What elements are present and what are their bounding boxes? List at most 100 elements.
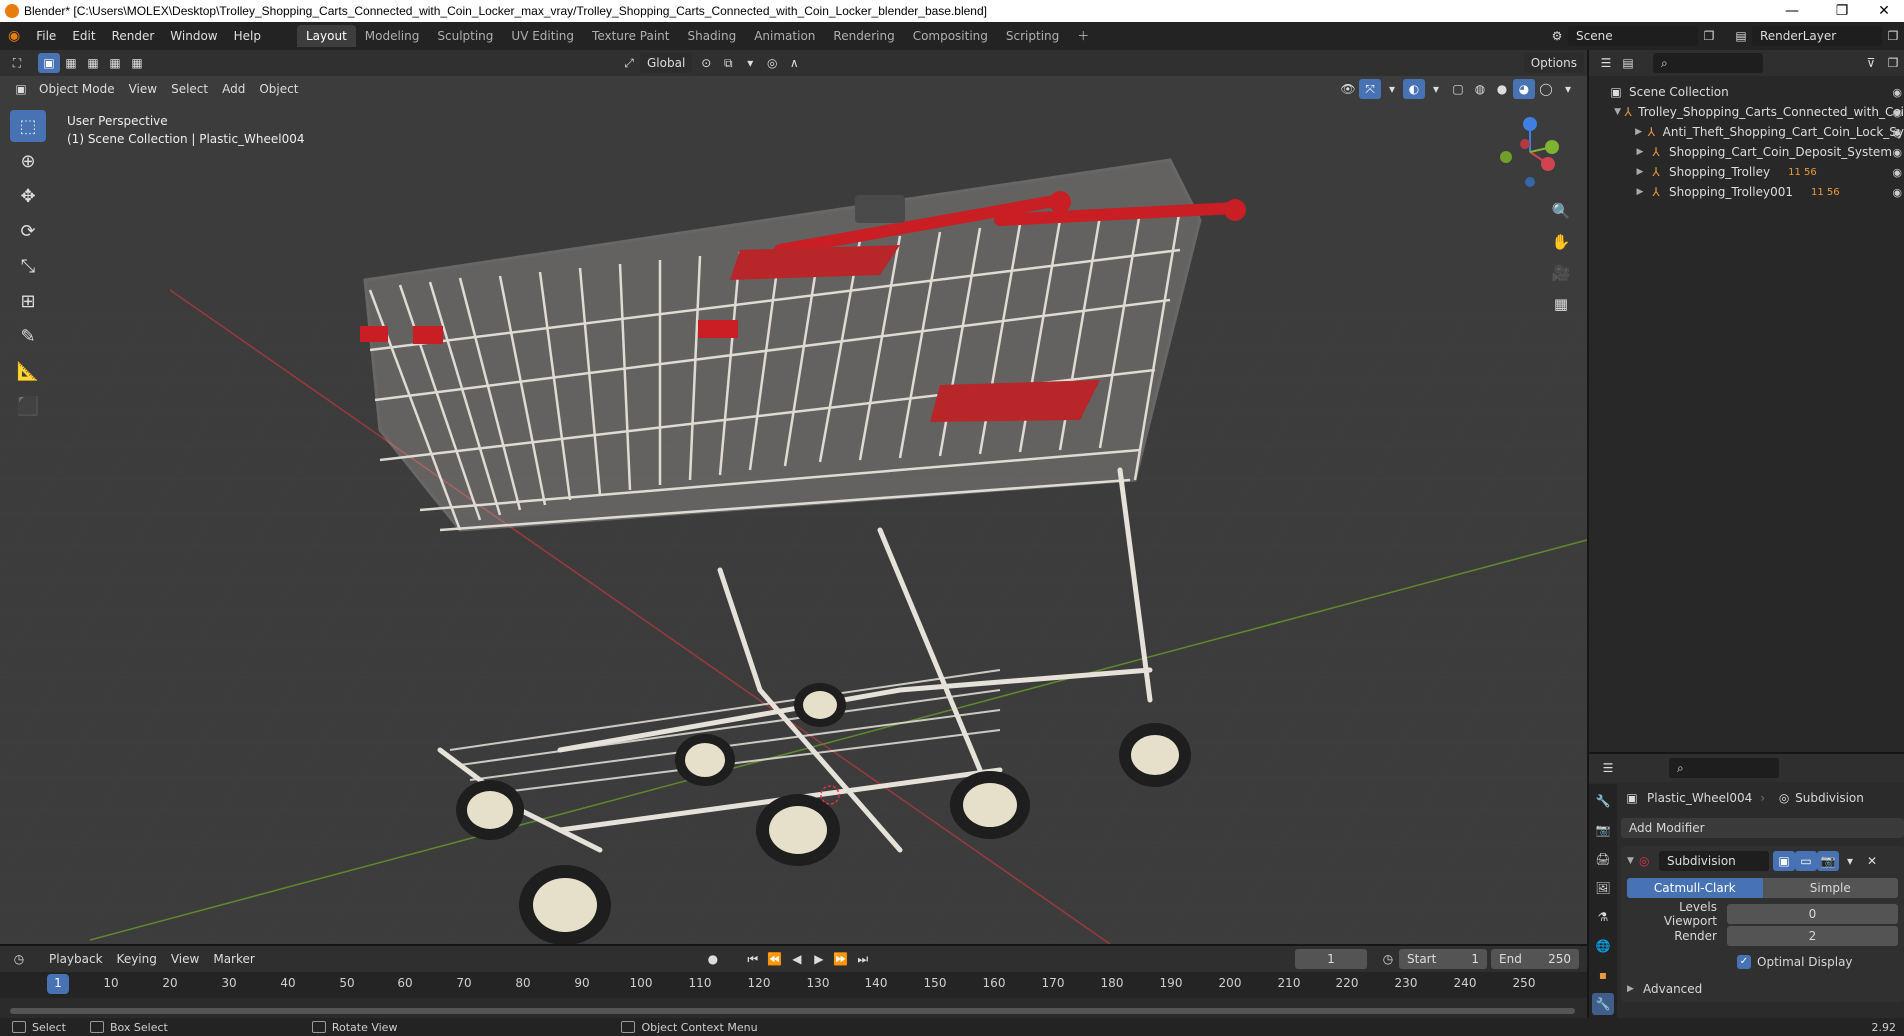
tab-rendering[interactable]: Rendering [824,25,903,47]
falloff-icon[interactable]: ∧ [783,53,805,73]
outliner-item[interactable]: ▶ ⅄ Anti_Theft_Shopping_Cart_Coin_Lock_S… [1589,122,1904,142]
tab-layout[interactable]: Layout [296,25,356,47]
outliner-search-input[interactable]: ⌕ [1653,53,1763,73]
visibility-eye-icon[interactable]: ◉ [1892,126,1902,139]
object-menu[interactable]: Object [252,79,305,99]
jump-keyframe-forward-icon[interactable]: ⏩ [830,949,852,969]
add-cube-tool-icon[interactable]: ⬛ [10,390,46,422]
ortho-grid-icon[interactable]: ▦ [1549,291,1573,317]
visibility-icon[interactable]: 👁 [1337,79,1359,99]
zoom-icon[interactable]: 🔍 [1549,198,1573,224]
modifier-dropdown-icon[interactable]: ▾ [1839,851,1861,871]
render-tab-icon[interactable]: 📷 [1592,819,1614,841]
tab-modeling[interactable]: Modeling [356,25,429,47]
filter-icon[interactable]: ⊽ [1860,53,1882,73]
tab-scripting[interactable]: Scripting [997,25,1068,47]
simple-button[interactable]: Simple [1762,878,1898,898]
current-frame-field[interactable]: 1 [1295,949,1367,969]
advanced-expand-icon[interactable]: ▶ [1627,984,1643,994]
object-mode-dropdown[interactable]: Object Mode [32,79,122,99]
timeline-ruler[interactable]: 1 10 20 30 40 50 60 70 80 90 100 110 120… [0,972,1587,998]
tab-uv-editing[interactable]: UV Editing [502,25,583,47]
modifier-name-input[interactable]: Subdivision [1659,851,1769,871]
render-toggle-icon[interactable]: 📷 [1817,851,1839,871]
select-mode-new-icon[interactable]: ▦ [60,53,82,73]
scene-icon[interactable]: ⚙ [1546,26,1568,46]
display-mode-icon[interactable]: ▤ [1617,53,1639,73]
modifier-tab-icon[interactable]: 🔧 [1592,993,1614,1015]
expand-arrow-icon[interactable]: ▶ [1633,127,1644,137]
play-icon[interactable]: ▶ [808,949,830,969]
menu-window[interactable]: Window [162,25,225,47]
tab-shading[interactable]: Shading [678,25,745,47]
viewport-canvas[interactable] [0,50,1587,944]
tab-animation[interactable]: Animation [745,25,824,47]
edit-mode-toggle-icon[interactable]: ▣ [1773,851,1795,871]
gizmo-icon[interactable]: ⤧ [1359,79,1381,99]
menu-help[interactable]: Help [226,25,269,47]
outliner-item[interactable]: ▶ ⅄ Shopping_Cart_Coin_Deposit_System ◉ [1589,142,1904,162]
select-menu[interactable]: Select [164,79,215,99]
add-menu[interactable]: Add [215,79,252,99]
jump-end-icon[interactable]: ⏭ [852,949,874,969]
transform-orientation-dropdown[interactable]: Global [640,53,693,73]
visibility-eye-icon[interactable]: ◉ [1892,166,1902,179]
outliner-scene-collection[interactable]: ▣ Scene Collection ◉ [1589,82,1904,102]
scene-tab-icon[interactable]: ⚗ [1592,906,1614,928]
render-layer-selector[interactable]: RenderLayer [1752,26,1882,46]
tab-compositing[interactable]: Compositing [904,25,997,47]
options-dropdown[interactable]: Options [1523,53,1584,73]
minimize-icon[interactable]: — [1770,0,1814,22]
visibility-eye-icon[interactable]: ◉ [1892,106,1902,119]
outliner-editor-icon[interactable]: ☰ [1595,53,1617,73]
menu-edit[interactable]: Edit [64,25,103,47]
pan-hand-icon[interactable]: ✋ [1549,229,1573,255]
overlay-dropdown-icon[interactable]: ▾ [1425,79,1447,99]
properties-search-input[interactable]: ⌕ [1669,758,1779,778]
select-mode-extend-icon[interactable]: ▦ [82,53,104,73]
render-levels-field[interactable]: 2 [1727,926,1898,946]
catmull-clark-button[interactable]: Catmull-Clark [1627,878,1763,898]
orientation-icon[interactable]: ⤢ [618,53,640,73]
menu-render[interactable]: Render [104,25,163,47]
end-frame-field[interactable]: End 250 [1491,949,1579,969]
rendered-shading-icon[interactable]: ◯ [1535,79,1557,99]
menu-file[interactable]: File [28,25,64,47]
output-tab-icon[interactable]: 🖨 [1592,848,1614,870]
snap-target-icon[interactable]: ▾ [739,53,761,73]
select-mode-invert-icon[interactable]: ▦ [126,53,148,73]
navigation-gizmo[interactable] [1490,112,1570,192]
move-tool-icon[interactable]: ✥ [10,180,46,212]
expand-arrow-icon[interactable]: ▶ [1633,167,1647,177]
playback-menu[interactable]: Playback [42,949,110,969]
3d-viewport[interactable]: ⛶ ▣ ▦ ▦ ▦ ▦ ⤢ Global ⊙ ⧉ ▾ ◎ ∧ Options ▣… [0,50,1587,944]
snap-icon[interactable]: ⧉ [717,53,739,73]
annotate-tool-icon[interactable]: ✎ [10,320,46,352]
xray-icon[interactable]: ▢ [1447,79,1469,99]
neg-y-axis-icon[interactable] [1500,151,1512,163]
timeline-editor-icon[interactable]: ◷ [8,949,30,969]
close-icon[interactable]: ✕ [1862,0,1904,22]
z-axis-icon[interactable] [1523,117,1537,131]
view-menu[interactable]: View [122,79,164,99]
gizmo-dropdown-icon[interactable]: ▾ [1381,79,1403,99]
record-icon[interactable]: ● [702,949,724,969]
start-frame-field[interactable]: Start 1 [1399,949,1487,969]
collapse-arrow-icon[interactable]: ▼ [1627,856,1639,866]
viewport-toggle-icon[interactable]: ▭ [1795,851,1817,871]
new-layer-icon[interactable]: ❐ [1882,26,1904,46]
remove-modifier-icon[interactable]: ✕ [1861,851,1883,871]
keying-menu[interactable]: Keying [110,949,164,969]
expand-arrow-icon[interactable]: ▼ [1613,107,1622,117]
shading-dropdown-icon[interactable]: ▾ [1557,79,1579,99]
add-modifier-button[interactable]: Add Modifier [1621,818,1904,838]
select-tool-icon[interactable]: ▣ [38,53,60,73]
view-menu-timeline[interactable]: View [164,949,206,969]
wireframe-shading-icon[interactable]: ◍ [1469,79,1491,99]
pivot-icon[interactable]: ⊙ [695,53,717,73]
properties-editor-icon[interactable]: ☰ [1597,758,1619,778]
overlay-icon[interactable]: ◐ [1403,79,1425,99]
measure-tool-icon[interactable]: 📐 [10,355,46,387]
render-layer-icon[interactable]: ▤ [1730,26,1752,46]
rotate-tool-icon[interactable]: ⟳ [10,215,46,247]
